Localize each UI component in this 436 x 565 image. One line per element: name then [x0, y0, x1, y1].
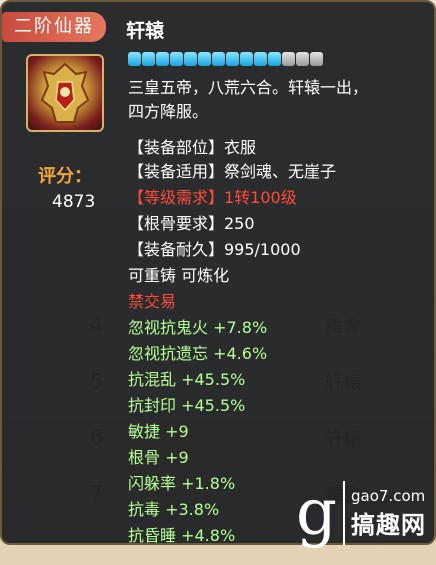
item-name: 轩辕: [126, 20, 165, 42]
equip-slot: 【装备部位】衣服: [128, 138, 257, 157]
watermark-divider: [343, 481, 345, 545]
attribute-line: 忽视抗遗忘 +4.6%: [128, 344, 268, 363]
quality-segment: [142, 52, 155, 66]
durability: 【装备耐久】995/1000: [128, 240, 301, 259]
score-label: 评分：: [38, 166, 92, 187]
quality-segment: [184, 52, 197, 66]
attribute-line: 忽视抗鬼火 +7.8%: [128, 318, 268, 337]
quality-segment: [268, 52, 281, 66]
trade-status: 禁交易: [128, 292, 177, 311]
attribute-line: 闪躲率 +1.8%: [128, 474, 236, 493]
quality-segment: [212, 52, 225, 66]
grade-tag: 二阶仙器: [2, 12, 106, 42]
item-description: 三皇五帝，八荒六合。轩辕一出，: [128, 78, 369, 97]
quality-bar: [128, 52, 323, 66]
attribute-line: 敏捷 +9: [128, 422, 189, 441]
equip-applicable: 【装备适用】祭剑魂、无崖子: [128, 162, 337, 181]
root-requirement: 【根骨要求】250: [128, 214, 255, 233]
watermark-site: gao7.com: [351, 486, 426, 505]
level-requirement: 【等级需求】1转100级: [128, 188, 297, 207]
attribute-line: 抗封印 +45.5%: [128, 396, 246, 415]
score-value: 4873: [52, 192, 96, 212]
quality-segment: [170, 52, 183, 66]
attribute-line: 抗毒 +3.8%: [128, 500, 220, 519]
quality-segment: [296, 52, 309, 66]
item-flags: 可重铸 可炼化: [128, 266, 230, 285]
quality-segment: [226, 52, 239, 66]
watermark-name: 搞趣网: [351, 510, 426, 539]
quality-segment: [156, 52, 169, 66]
attribute-line: 抗混乱 +45.5%: [128, 370, 246, 389]
attribute-line: 根骨 +9: [128, 448, 189, 467]
quality-segment: [282, 52, 295, 66]
quality-segment: [128, 52, 141, 66]
quality-segment: [240, 52, 253, 66]
quality-segment: [198, 52, 211, 66]
watermark-logo: g: [296, 476, 337, 550]
quality-segment: [310, 52, 323, 66]
item-icon[interactable]: [26, 54, 104, 132]
attribute-line: 抗昏睡 +4.8%: [128, 526, 236, 545]
quality-segment: [254, 52, 267, 66]
armor-icon: [40, 62, 90, 123]
watermark: g gao7.com 搞趣网: [296, 481, 426, 545]
item-tooltip-panel: 二阶仙器 轩辕 评分： 4873 三皇五帝，八荒六合。轩辕一出， 四方降服。 【…: [0, 0, 436, 545]
item-description: 四方降服。: [128, 102, 209, 121]
